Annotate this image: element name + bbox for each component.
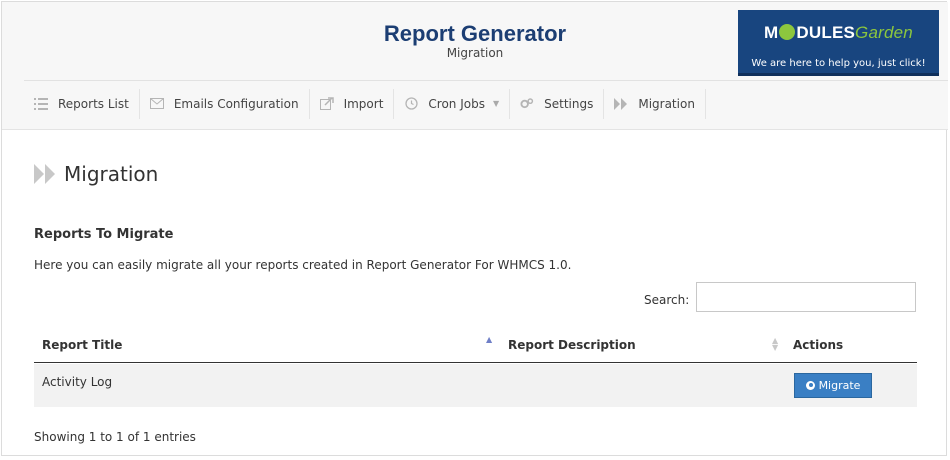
clock-icon	[404, 97, 418, 111]
sort-both-icon[interactable]: ▲ ▼	[772, 337, 778, 352]
search-input[interactable]	[696, 282, 916, 312]
cell-report-title: Activity Log	[42, 375, 113, 389]
nav-label: Settings	[544, 96, 594, 111]
page-heading: Migration	[34, 162, 158, 186]
envelope-icon	[149, 97, 164, 111]
nav-item-import[interactable]: Import	[310, 88, 395, 119]
column-header-report-description[interactable]: Report Description	[508, 338, 636, 352]
column-header-actions: Actions	[793, 338, 844, 352]
nav-label: Import	[343, 96, 384, 111]
table-info: Showing 1 to 1 of 1 entries	[34, 430, 196, 444]
nav-item-reports-list[interactable]: Reports List	[24, 88, 140, 119]
brand-tagline: We are here to help you, just click!	[751, 58, 926, 69]
nav-label: Migration	[638, 96, 695, 111]
list-icon	[34, 97, 48, 111]
chevron-down-icon: ▼	[492, 99, 500, 108]
column-header-report-title[interactable]: Report Title	[42, 338, 122, 352]
nav-label: Reports List	[58, 96, 129, 111]
import-icon	[319, 97, 334, 111]
forward-icon	[34, 164, 56, 184]
nav-item-emails-configuration[interactable]: Emails Configuration	[140, 88, 310, 119]
page-title: Migration	[64, 162, 159, 186]
nav-item-cron-jobs[interactable]: Cron Jobs ▼	[394, 88, 511, 119]
table-row: Activity Log Migrate	[34, 364, 917, 407]
migrate-button-label: Migrate	[818, 379, 861, 392]
main-nav: Reports List Emails Configuration Import…	[24, 80, 948, 126]
search-label: Search:	[644, 293, 690, 307]
nav-item-settings[interactable]: Settings	[510, 88, 605, 119]
forward-icon	[614, 97, 628, 111]
gears-icon	[520, 97, 534, 111]
modulesgarden-banner[interactable]: M DULESGarden We are here to help you, ju…	[738, 10, 939, 76]
section-description: Here you can easily migrate all your rep…	[34, 258, 572, 272]
section-title: Reports To Migrate	[34, 227, 174, 242]
sort-asc-icon[interactable]: ▲	[486, 335, 492, 344]
nav-label: Emails Configuration	[173, 96, 299, 111]
page-frame: Report Generator Migration M DULESGarden …	[1, 1, 948, 456]
logo-o-icon	[779, 24, 796, 40]
migrate-button[interactable]: Migrate	[794, 373, 872, 398]
globe-icon	[805, 381, 815, 390]
nav-item-migration[interactable]: Migration	[604, 88, 706, 119]
table-header: Report Title ▲ Report Description ▲ ▼ Act…	[34, 329, 917, 363]
nav-label: Cron Jobs	[428, 96, 485, 111]
header-area: Report Generator Migration M DULESGarden …	[2, 2, 948, 130]
brand-logo: M DULESGarden	[764, 23, 913, 42]
